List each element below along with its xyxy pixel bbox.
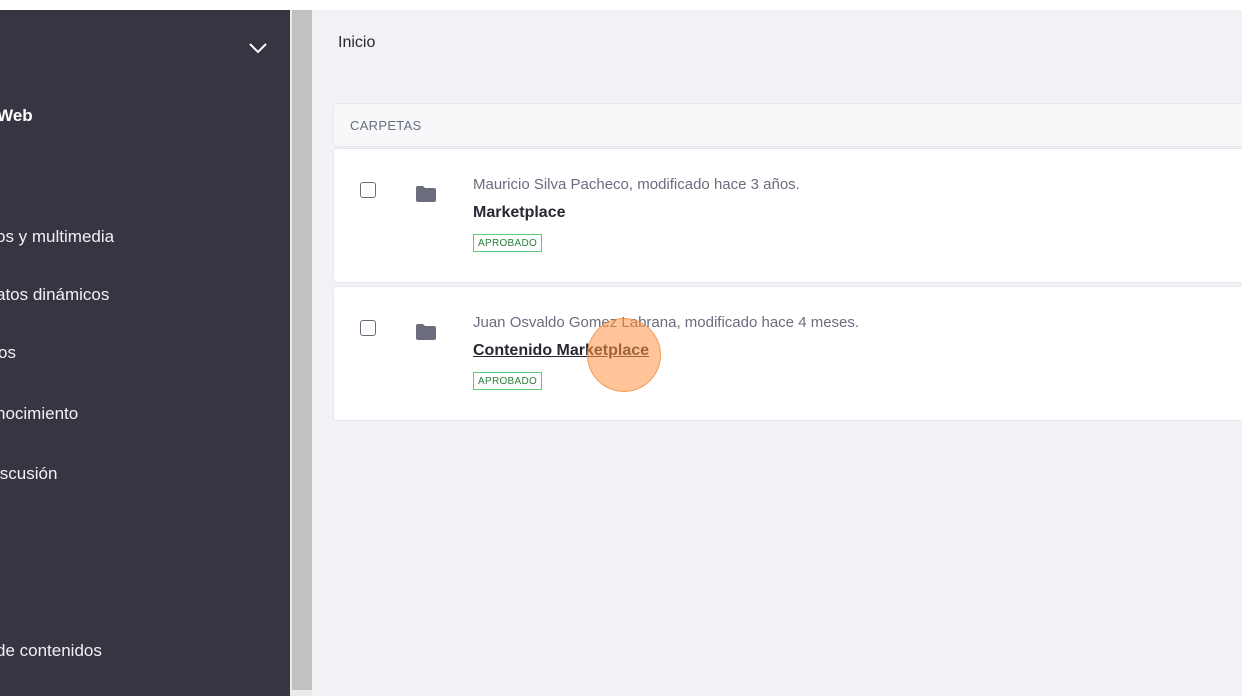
top-strip	[0, 0, 1242, 10]
folder-card[interactable]: Juan Osvaldo Gomez Labrana, modificado h…	[333, 286, 1242, 421]
site-name: o Web	[0, 106, 33, 125]
folders-header-label: CARPETAS	[350, 118, 422, 133]
chevron-down-icon[interactable]	[246, 36, 270, 60]
folder-icon	[416, 186, 436, 202]
select-checkbox[interactable]	[360, 320, 376, 336]
sidebar-item-content-sets[interactable]: de contenidos	[0, 641, 102, 661]
sidebar-item-message-boards[interactable]: iscusión	[0, 464, 57, 484]
breadcrumb[interactable]: Inicio	[338, 34, 375, 52]
folder-card[interactable]: Mauricio Silva Pacheco, modificado hace …	[333, 148, 1242, 283]
sidebar: o Web os y multimedia atos dinámicos os …	[0, 10, 290, 696]
folder-title-link[interactable]: Contenido Marketplace	[473, 342, 649, 360]
select-checkbox[interactable]	[360, 182, 376, 198]
main-content: Inicio CARPETAS Mauricio Silva Pacheco, …	[312, 10, 1242, 696]
status-badge: APROBADO	[473, 234, 543, 252]
folder-meta: Mauricio Silva Pacheco, modificado hace …	[473, 176, 800, 193]
scrollbar-thumb[interactable]	[292, 10, 312, 690]
sidebar-item-documents-media[interactable]: os y multimedia	[0, 227, 114, 247]
sidebar-item-forms[interactable]: os	[0, 343, 16, 363]
status-badge: APROBADO	[473, 372, 543, 390]
sidebar-item-knowledge-base[interactable]: nocimiento	[0, 404, 78, 424]
sidebar-item-dynamic-data[interactable]: atos dinámicos	[0, 285, 109, 305]
folders-panel: CARPETAS Mauricio Silva Pacheco, modific…	[333, 103, 1242, 421]
folders-header: CARPETAS	[333, 103, 1242, 147]
folder-title-link[interactable]: Marketplace	[473, 204, 566, 222]
folder-meta: Juan Osvaldo Gomez Labrana, modificado h…	[473, 314, 860, 331]
folder-icon	[416, 324, 436, 340]
